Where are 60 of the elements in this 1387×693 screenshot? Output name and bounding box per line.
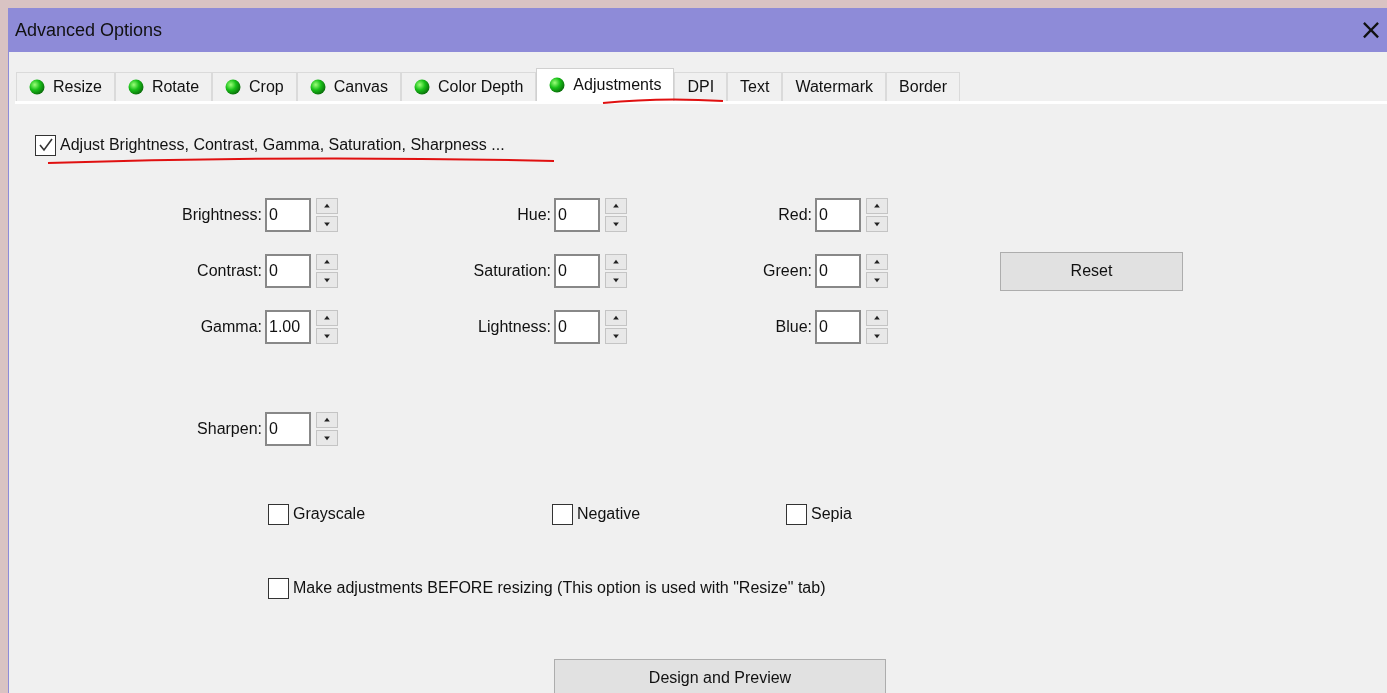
spin-down-button[interactable]: [316, 216, 338, 232]
number-field[interactable]: 0: [554, 254, 600, 288]
number-field[interactable]: 0: [554, 198, 600, 232]
spin-down-button[interactable]: [605, 328, 627, 344]
field-label: Gamma:: [199, 317, 263, 337]
spin-down-button[interactable]: [866, 272, 888, 288]
spin-up-button[interactable]: [866, 198, 888, 214]
field-label: Sharpen:: [196, 419, 263, 439]
spin-down-button[interactable]: [316, 272, 338, 288]
spin-down-button[interactable]: [605, 272, 627, 288]
window-title: Advanced Options: [15, 18, 163, 42]
spin-down-button[interactable]: [316, 430, 338, 446]
spin-up-button[interactable]: [605, 198, 627, 214]
tab[interactable]: Adjustments: [536, 68, 675, 101]
tab[interactable]: Resize: [16, 72, 115, 101]
field-label: Green:: [762, 261, 813, 281]
spin-up-button[interactable]: [866, 310, 888, 326]
number-field[interactable]: 0: [815, 198, 861, 232]
field-label: Contrast:: [196, 261, 263, 281]
spin-up-button[interactable]: [316, 198, 338, 214]
tab[interactable]: Border: [886, 72, 961, 101]
spin-down-button[interactable]: [866, 216, 888, 232]
field-label: Saturation:: [472, 261, 552, 281]
number-field[interactable]: 0: [265, 254, 311, 288]
tab[interactable]: Rotate: [114, 72, 213, 101]
tab[interactable]: Text: [727, 72, 783, 101]
tab[interactable]: DPI: [674, 72, 728, 101]
checkbox[interactable]: Make adjustments BEFORE resizing (This option is used with "Resize" tab): [268, 576, 826, 600]
checkbox[interactable]: Grayscale: [268, 502, 366, 526]
check-icon: [37, 137, 54, 153]
spin-up-button[interactable]: [316, 310, 338, 326]
field-label: Lightness:: [477, 317, 552, 337]
spin-down-button[interactable]: [605, 216, 627, 232]
field-label: Blue:: [774, 317, 813, 337]
spin-up-button[interactable]: [605, 254, 627, 270]
number-field[interactable]: 0: [554, 310, 600, 344]
checkbox[interactable]: Sepia: [786, 502, 852, 526]
design-preview-button[interactable]: Design and Preview: [554, 659, 886, 693]
reset-button[interactable]: Reset: [1000, 251, 1183, 291]
spin-down-button[interactable]: [866, 328, 888, 344]
spin-up-button[interactable]: [866, 254, 888, 270]
number-field[interactable]: 0: [265, 412, 311, 446]
field-label: Brightness:: [180, 205, 263, 225]
checkbox[interactable]: Negative: [552, 502, 641, 526]
number-field[interactable]: 1.00: [265, 310, 311, 344]
tab[interactable]: Canvas: [296, 72, 401, 101]
spin-up-button[interactable]: [605, 310, 627, 326]
tab[interactable]: Color Depth: [401, 72, 537, 101]
field-label: Hue:: [516, 205, 552, 225]
tab[interactable]: Crop: [212, 72, 297, 101]
spin-down-button[interactable]: [316, 328, 338, 344]
spin-up-button[interactable]: [316, 412, 338, 428]
spin-up-button[interactable]: [316, 254, 338, 270]
number-field[interactable]: 0: [815, 254, 861, 288]
tab[interactable]: Watermark: [782, 72, 887, 101]
number-field[interactable]: 0: [815, 310, 861, 344]
checkbox[interactable]: Adjust Brightness, Contrast, Gamma, Saturation, Sharpness ...: [35, 133, 1387, 157]
close-button[interactable]: ×: [1359, 15, 1383, 45]
number-field[interactable]: 0: [265, 198, 311, 232]
field-label: Red:: [777, 205, 813, 225]
